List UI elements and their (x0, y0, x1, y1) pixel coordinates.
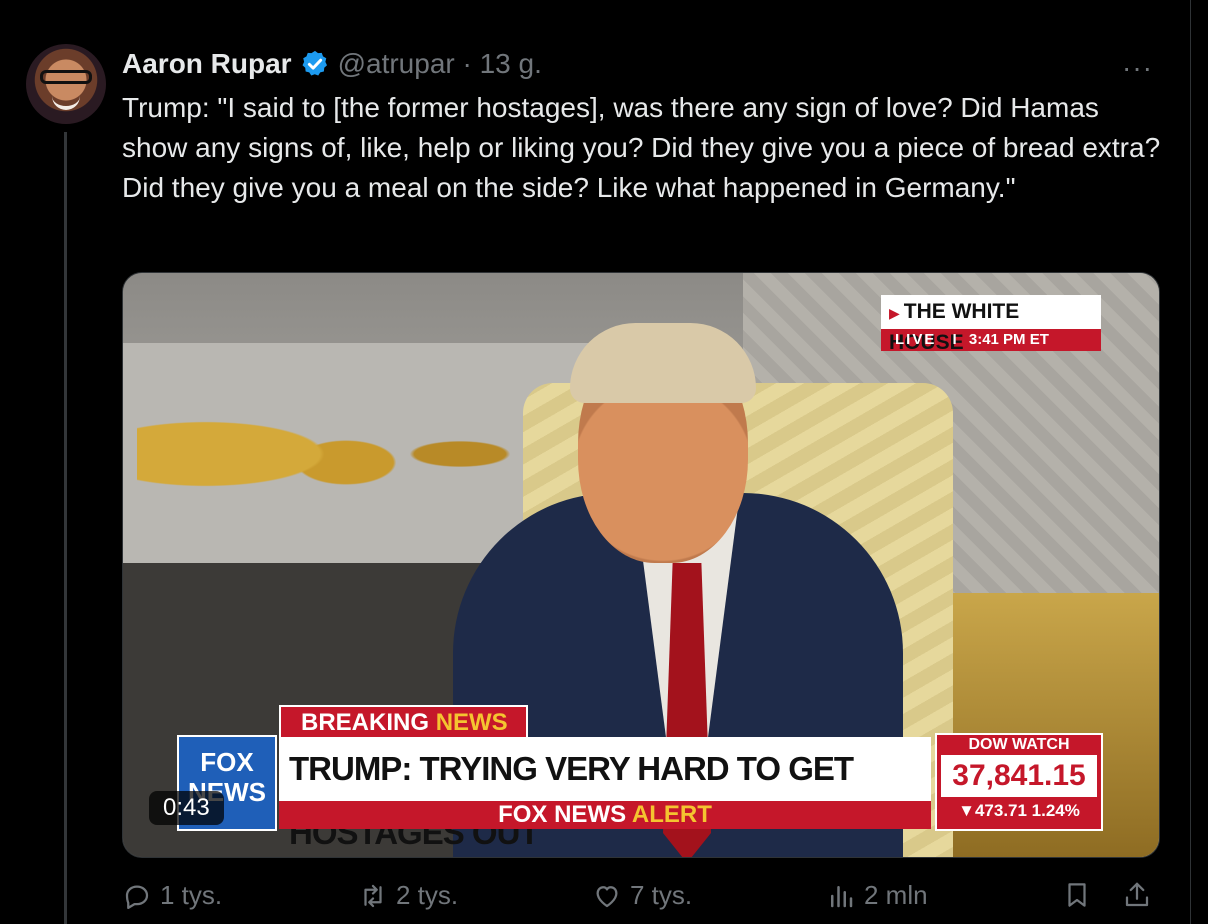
avatar[interactable] (26, 44, 106, 124)
reply-icon (125, 885, 149, 909)
like-count: 7 tys. (630, 880, 693, 910)
breaking-news-banner: BREAKING NEWS (279, 705, 528, 741)
alert-label: ALERT (631, 801, 712, 828)
bookmark-icon (1068, 883, 1086, 907)
alert-brand: FOX NEWS (498, 801, 627, 828)
thread-connector-line (64, 132, 67, 924)
video-player[interactable]: ▶THE WHITE HOUSE LIVE I 3:41 PM ET BREAK… (122, 272, 1160, 858)
chyron-headline: TRUMP: TRYING VERY HARD TO GET HOSTAGES … (279, 737, 931, 851)
breaking-label: BREAKING (301, 709, 430, 736)
more-options-icon[interactable]: ··· (1122, 52, 1153, 84)
share-button[interactable] (1122, 880, 1152, 910)
live-separator: I (952, 331, 957, 348)
news-label: NEWS (435, 709, 508, 736)
dow-value: 37,841.15 (941, 755, 1097, 797)
reply-count: 1 tys. (160, 880, 223, 910)
share-icon (1125, 882, 1149, 907)
live-row: LIVE I 3:41 PM ET (881, 329, 1101, 351)
author-handle-timestamp[interactable]: @atrupar · 13 g. (338, 48, 542, 80)
video-speaker-hair (570, 323, 756, 403)
tweet-text: Trump: "I said to [the former hostages],… (122, 92, 1168, 203)
views-button[interactable]: 2 mln (826, 880, 928, 911)
column-divider (1190, 0, 1191, 924)
views-count: 2 mln (864, 880, 928, 910)
live-label: LIVE (895, 331, 937, 348)
fox-logo-line1: FOX (200, 747, 254, 777)
bookmark-button[interactable] (1062, 880, 1092, 910)
video-duration-badge: 0:43 (149, 791, 224, 825)
dow-watch-box: DOW WATCH 37,841.15 ▼473.71 1.24% (935, 733, 1103, 831)
like-button[interactable]: 7 tys. (592, 880, 692, 911)
heart-icon (596, 885, 618, 907)
tweet-header: Aaron Rupar @atrupar · 13 g. (122, 46, 542, 82)
play-triangle-icon: ▶ (889, 305, 900, 321)
views-icon (831, 885, 853, 907)
dow-title: DOW WATCH (968, 736, 1070, 753)
location-label: ▶THE WHITE HOUSE (881, 295, 1101, 354)
reply-button[interactable]: 1 tys. (122, 880, 222, 911)
repost-count: 2 tys. (396, 880, 459, 910)
live-time: 3:41 PM ET (968, 331, 1049, 348)
video-gold-ornament (137, 369, 517, 539)
verified-badge-icon[interactable] (300, 49, 330, 79)
repost-icon (364, 884, 382, 907)
repost-button[interactable]: 2 tys. (358, 880, 458, 911)
author-name[interactable]: Aaron Rupar (122, 48, 292, 80)
avatar-smile (52, 94, 80, 110)
avatar-glasses (40, 70, 92, 84)
tweet-actions-bar: 1 tys. 2 tys. 7 tys. 2 mln (122, 880, 1162, 920)
dow-change: ▼473.71 1.24% (958, 801, 1080, 820)
fox-news-alert-bar: FOX NEWS ALERT (279, 801, 931, 829)
live-location-bug: ▶THE WHITE HOUSE LIVE I 3:41 PM ET (881, 295, 1101, 354)
